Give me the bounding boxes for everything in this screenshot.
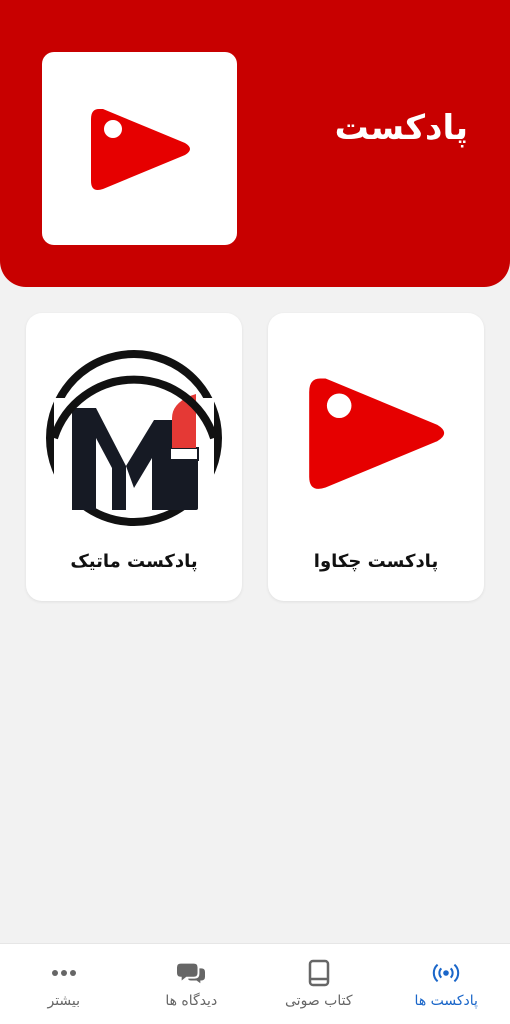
- podcast-card-chakava[interactable]: پادکست چکاوا: [268, 313, 484, 601]
- page-title: پادکست: [334, 108, 468, 148]
- nav-label: بیشتر: [47, 993, 81, 1009]
- podcast-broadcast-icon: [432, 959, 460, 987]
- play-tag-logo-icon: [286, 333, 466, 533]
- nav-item-comments[interactable]: دیدگاه ها: [128, 944, 256, 1024]
- more-dots-icon: [50, 959, 78, 987]
- nav-item-audiobook[interactable]: کتاب صوتی: [255, 944, 383, 1024]
- header-logo-card: [42, 52, 237, 245]
- header-banner: پادکست: [0, 0, 510, 287]
- nav-label: دیدگاه ها: [165, 993, 218, 1009]
- bottom-nav: بیشتر دیدگاه ها کتاب صوتی پادکست ها: [0, 943, 510, 1024]
- nav-label: کتاب صوتی: [285, 993, 353, 1009]
- podcast-page: پادکست پادکست ماتیک پادکست چکاوا بیشتر د…: [0, 0, 510, 1024]
- podcast-card-label: پادکست چکاوا: [313, 551, 439, 572]
- mi-lipstick-logo-icon: [44, 333, 224, 533]
- podcast-card-matik[interactable]: پادکست ماتیک: [26, 313, 242, 601]
- nav-label: پادکست ها: [414, 993, 478, 1009]
- nav-item-podcasts[interactable]: پادکست ها: [383, 944, 510, 1024]
- play-tag-logo-icon: [90, 108, 190, 190]
- podcast-card-label: پادکست ماتیک: [70, 551, 198, 572]
- book-icon: [305, 959, 333, 987]
- nav-item-more[interactable]: بیشتر: [0, 944, 128, 1024]
- chat-bubbles-icon: [177, 959, 206, 987]
